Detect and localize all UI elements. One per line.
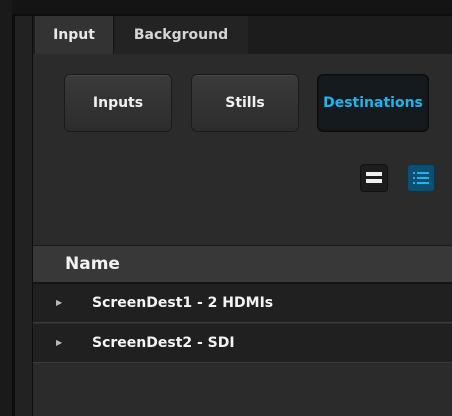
outer-border xyxy=(0,0,15,416)
inputs-button[interactable]: Inputs xyxy=(64,74,172,132)
row-label: ScreenDest1 - 2 HDMIs xyxy=(92,295,274,311)
list-view-icon xyxy=(366,172,382,183)
row-label: ScreenDest2 - SDI xyxy=(92,335,235,351)
expand-arrow-icon[interactable]: ▶ xyxy=(56,284,66,322)
stills-button[interactable]: Stills xyxy=(191,74,299,132)
top-strip xyxy=(12,0,452,16)
column-header-name[interactable]: Name xyxy=(65,246,120,282)
table-empty-area xyxy=(33,364,452,416)
detail-list-icon xyxy=(413,172,429,184)
tab-background[interactable]: Background xyxy=(114,16,248,54)
detail-list-view-button[interactable] xyxy=(407,164,435,192)
left-gutter xyxy=(15,16,32,416)
table-header: Name xyxy=(33,245,452,284)
input-panel: Input Background Inputs Stills Destinati… xyxy=(32,16,452,416)
tab-input[interactable]: Input xyxy=(35,16,114,54)
app-frame: Input Background Inputs Stills Destinati… xyxy=(0,0,452,416)
expand-arrow-icon[interactable]: ▶ xyxy=(56,324,66,362)
list-view-button[interactable] xyxy=(360,164,388,192)
tab-bar: Input Background xyxy=(33,16,452,54)
table-row[interactable]: ▶ ScreenDest2 - SDI xyxy=(33,324,452,363)
destinations-button[interactable]: Destinations xyxy=(317,74,429,132)
table-row[interactable]: ▶ ScreenDest1 - 2 HDMIs xyxy=(33,284,452,323)
